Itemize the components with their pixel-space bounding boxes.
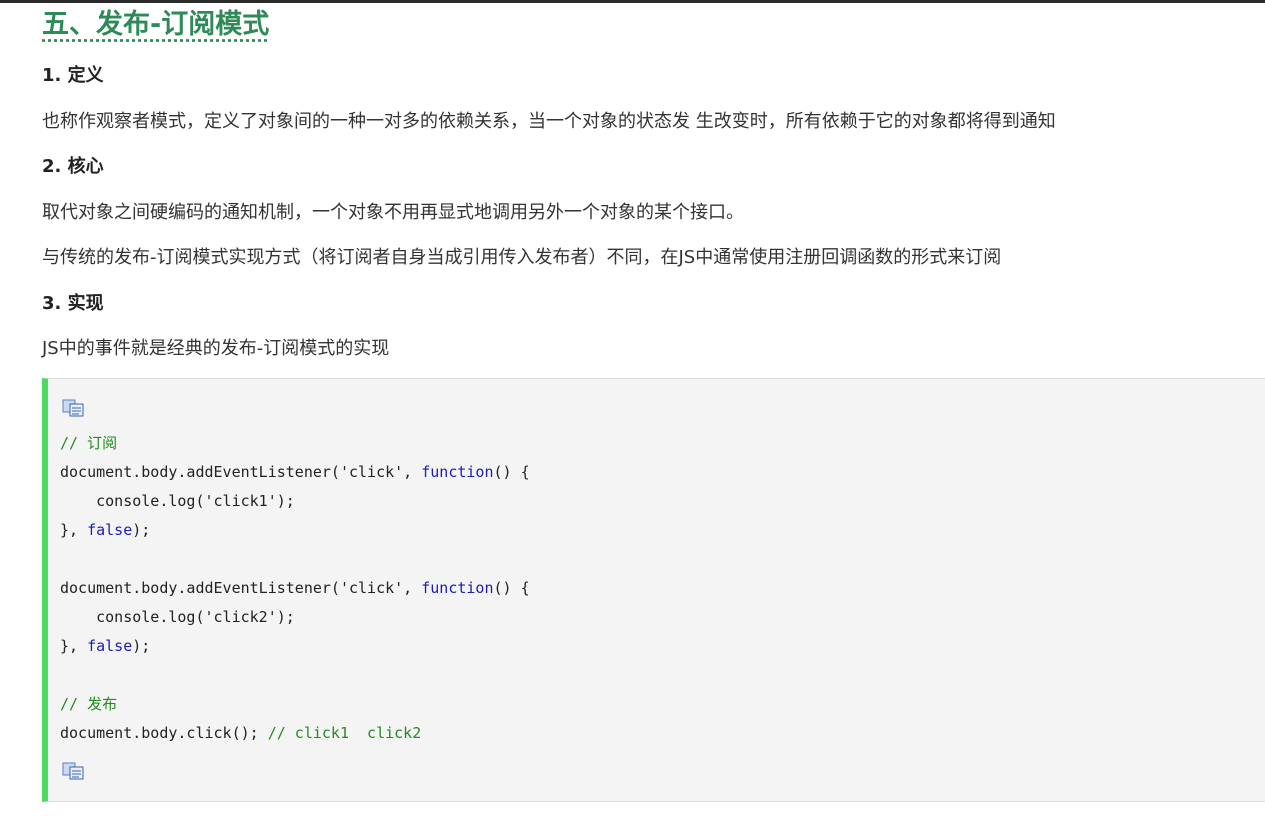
code-token: document.body.click();	[60, 724, 268, 742]
code-content: // 订阅 document.body.addEventListener('cli…	[60, 429, 530, 748]
code-line: document.body.click(); // click1 click2	[60, 719, 530, 748]
code-token: },	[60, 521, 88, 539]
code-token: );	[132, 637, 151, 655]
copy-icon[interactable]	[62, 399, 86, 417]
code-line: console.log('click2');	[60, 603, 530, 632]
code-token: function	[421, 463, 494, 481]
code-token: // 发布	[60, 695, 118, 713]
code-line: }, false);	[60, 516, 530, 545]
code-token: );	[132, 521, 151, 539]
top-border	[0, 0, 1265, 3]
paragraph-core-2: 与传统的发布-订阅模式实现方式（将订阅者自身当成引用传入发布者）不同，在JS中通…	[42, 247, 1002, 268]
code-block: // 订阅 document.body.addEventListener('cli…	[42, 378, 1265, 802]
code-token: console.log('click2');	[60, 608, 295, 626]
code-token: function	[421, 579, 494, 597]
paragraph-implementation: JS中的事件就是经典的发布-订阅模式的实现	[42, 338, 390, 359]
code-line: document.body.addEventListener('click', …	[60, 574, 530, 603]
code-token: // click1 click2	[267, 724, 422, 742]
code-token: // 订阅	[60, 434, 118, 452]
section-title: 五、发布-订阅模式	[42, 9, 270, 40]
copy-icon[interactable]	[62, 762, 86, 780]
code-token: false	[87, 637, 133, 655]
code-token: },	[60, 637, 88, 655]
code-token: document.body.addEventListener('click',	[60, 579, 422, 597]
code-token: () {	[493, 463, 530, 481]
code-token: console.log('click1');	[60, 492, 295, 510]
code-line: console.log('click1');	[60, 487, 530, 516]
heading-implementation: 3. 实现	[42, 293, 104, 314]
code-token: false	[87, 521, 133, 539]
code-token: () {	[493, 579, 530, 597]
paragraph-definition: 也称作观察者模式，定义了对象间的一种一对多的依赖关系，当一个对象的状态发 生改变…	[42, 111, 1056, 132]
heading-core: 2. 核心	[42, 156, 104, 177]
code-line: // 订阅	[60, 429, 530, 458]
code-line: }, false);	[60, 632, 530, 661]
heading-definition: 1. 定义	[42, 65, 104, 86]
code-token: document.body.addEventListener('click',	[60, 463, 422, 481]
paragraph-core-1: 取代对象之间硬编码的通知机制，一个对象不用再显式地调用另外一个对象的某个接口。	[42, 202, 744, 223]
code-line: // 发布	[60, 690, 530, 719]
code-line: document.body.addEventListener('click', …	[60, 458, 530, 487]
